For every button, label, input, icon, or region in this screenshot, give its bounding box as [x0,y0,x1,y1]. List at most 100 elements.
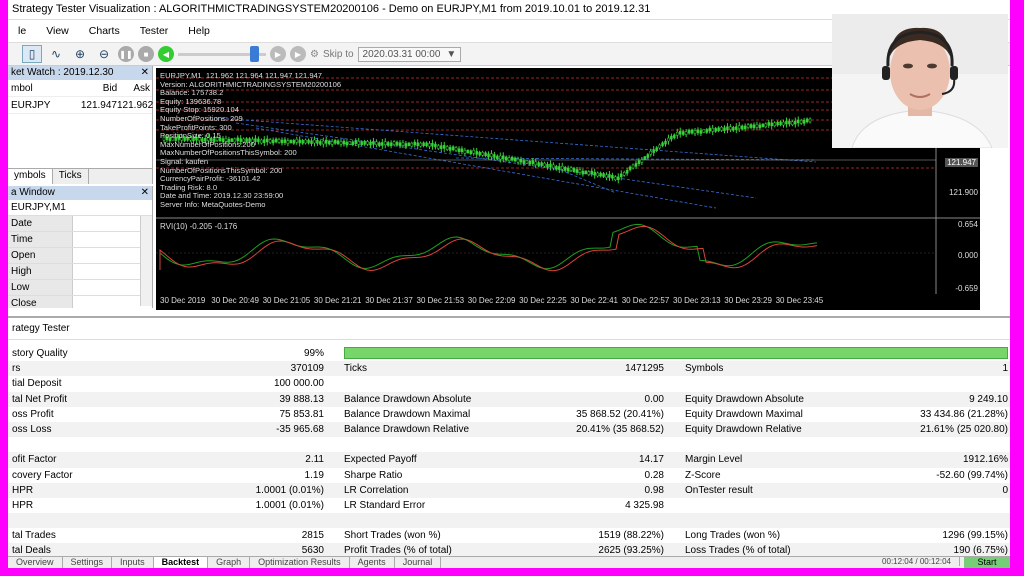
data-row: Date [8,216,152,232]
tab-ticks[interactable]: Ticks [53,169,89,184]
close-icon[interactable]: ✕ [141,67,149,79]
stat-label: Short Trades (won %) [344,530,441,542]
stat-value: 2815 [301,530,324,542]
time-label: 30 Dec 23:45 [775,296,824,305]
skip-to-label[interactable]: Skip to [323,49,354,60]
tab-symbols[interactable]: ymbols [8,169,53,184]
stat-label: Symbols [685,363,724,375]
data-row: Low [8,280,152,296]
rvi-axis-high: 0.654 [957,220,978,229]
tester-row: HPR 1.0001 (0.01%) LR Standard Error 4 325.… [8,498,1010,513]
line-chart-icon[interactable]: ∿ [46,45,66,63]
data-row: Time [8,232,152,248]
tab-inputs[interactable]: Inputs [112,557,154,568]
stat-value: 370109 [290,363,324,375]
stat-label: HPR [12,499,34,511]
speed-slider[interactable] [178,45,266,63]
tester-tabs: Overview Settings Inputs Backtest Graph Optim… [8,556,1010,568]
tab-backtest[interactable]: Backtest [153,557,209,568]
tab-optimization-results[interactable]: Optimization Results [250,557,350,568]
skip-date-field[interactable]: 2020.03.31 00:00 ▼ [357,46,462,62]
skip-to-icon[interactable]: ⚙ [310,49,319,60]
presenter-image [832,14,1008,148]
stat-label: Margin Level [685,454,743,466]
stat-label: Ticks [344,363,367,375]
stat-label: Balance Drawdown Relative [344,423,470,435]
stat-value: 0 [1002,484,1008,496]
tab-agents[interactable]: Agents [350,557,395,568]
start-button[interactable]: Start [964,557,1010,568]
menu-file[interactable]: le [8,25,36,37]
tester-row [8,513,1010,529]
tester-row: story Quality 99% [8,346,1010,361]
tester-row: tial Deposit 100 000.00 [8,376,1010,391]
tester-status: 00:12:04 / 00:12:04 [874,557,960,566]
stat-label: ofit Factor [12,454,57,466]
stat-label: LR Correlation [344,484,409,496]
time-label: 30 Dec 23:29 [724,296,772,305]
time-label: 30 Dec 22:25 [519,296,567,305]
market-watch-tabs: ymbols Ticks [8,168,153,184]
stat-value: 1912.16% [962,454,1008,466]
market-watch-row[interactable]: EURJPY 121.947 121.962 [8,97,153,114]
tab-graph[interactable]: Graph [208,557,251,568]
chart-info-line: Server Info: MetaQuotes-Demo [160,199,266,209]
stat-label: Expected Payoff [344,454,417,466]
stat-value: 1296 (99.15%) [942,530,1008,542]
stat-value: -35 965.68 [276,423,324,435]
stat-value: -52.60 (99.74%) [936,469,1008,481]
chart-info-text: EURJPY,M1 121.962 121.964 121.947 121.94… [160,71,341,210]
stat-label: HPR [12,484,34,496]
stat-label: Equity Drawdown Maximal [685,408,803,420]
time-label: 30 Dec 20:49 [211,296,259,305]
close-icon[interactable]: ✕ [141,187,149,199]
zoom-out-icon[interactable]: ⊖ [94,45,114,63]
zoom-in-icon[interactable]: ⊕ [70,45,90,63]
menu-view[interactable]: View [36,25,79,37]
tester-row: oss Profit 75 853.81 Balance Drawdown Maxi… [8,407,1010,422]
rvi-axis-low: -0.659 [955,284,978,293]
bar-chart-icon[interactable]: ▯ [22,45,42,63]
stat-label: Balance Drawdown Absolute [344,393,472,405]
skip-end-icon[interactable]: ▶ [290,46,306,62]
tab-overview[interactable]: Overview [8,557,63,568]
strategy-tester-title: rategy Tester [8,318,1010,340]
time-label: 30 Dec 22:57 [621,296,670,305]
pause-icon[interactable]: ❚❚ [118,46,134,62]
tester-row: ofit Factor 2.11 Expected Payoff 14.17 Margi… [8,452,1010,468]
data-row: Close [8,296,152,308]
stat-label: LR Standard Error [344,499,426,511]
tab-journal[interactable]: Journal [395,557,442,568]
stat-label: tial Deposit [12,378,62,390]
quality-bar [344,347,1008,359]
stat-value: 1519 (88.22%) [598,530,664,542]
data-window-symbol: EURJPY,M1 [8,200,152,216]
menu-tester[interactable]: Tester [130,25,179,37]
data-window-title: a Window [11,187,55,198]
stat-label: Balance Drawdown Maximal [344,408,471,420]
stat-value: 1.19 [304,469,324,481]
stat-value: 0.00 [644,393,664,405]
stat-value: 1.0001 (0.01%) [255,499,324,511]
rvi-label: RVI(10) -0.205 -0.176 [160,222,238,231]
stat-label: Z-Score [685,469,721,481]
stat-value: 14.17 [638,454,664,466]
stat-value: 4 325.98 [625,499,664,511]
stat-value: 75 853.81 [279,408,325,420]
time-axis: 30 Dec 2019 30 Dec 20:49 30 Dec 21:05 30 De… [156,294,980,310]
scrollbar[interactable] [140,216,152,306]
stat-label: oss Profit [12,408,54,420]
menu-help[interactable]: Help [178,25,220,37]
data-window: a Window ✕ EURJPY,M1 Date Time Open High … [8,186,153,308]
stat-value: 0.98 [644,484,664,496]
stat-label: rs [12,363,21,375]
tab-settings[interactable]: Settings [63,557,113,568]
stop-icon[interactable]: ■ [138,46,154,62]
time-label: 30 Dec 22:41 [570,296,618,305]
rewind-icon[interactable]: ◀ [158,46,174,62]
stat-value: 35 868.52 (20.41%) [576,408,664,420]
fast-forward-icon[interactable]: ▶ [270,46,286,62]
menu-charts[interactable]: Charts [79,25,130,37]
stat-value: 2.11 [305,454,324,466]
price-label-current: 121.947 [945,158,978,167]
